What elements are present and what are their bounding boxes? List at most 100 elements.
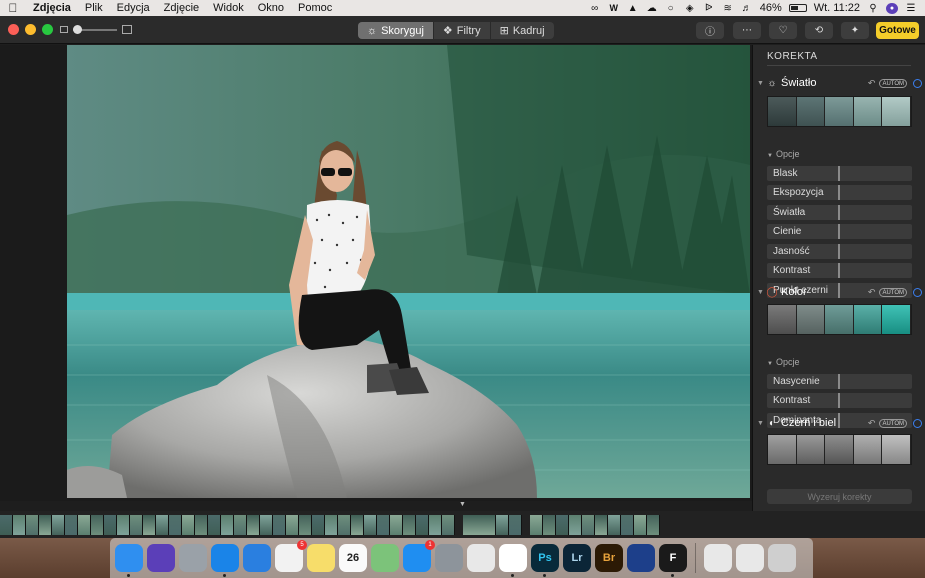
apple-menu-icon[interactable]:  [0, 1, 26, 15]
spark-icon[interactable] [243, 544, 271, 572]
edited-photo[interactable] [67, 45, 750, 498]
font-app-icon[interactable]: F [659, 544, 687, 577]
filmstrip-thumbnail[interactable] [195, 514, 208, 535]
disclosure-triangle-icon[interactable]: ▼ [757, 420, 765, 427]
slider-knob[interactable] [838, 185, 840, 200]
auto-color-button[interactable]: AUTOM [879, 287, 907, 297]
battery-icon[interactable] [788, 4, 807, 12]
disclosure-triangle-icon[interactable]: ▼ [757, 80, 765, 87]
filmstrip-thumbnail[interactable] [39, 514, 52, 535]
filmstrip-thumbnail[interactable] [221, 514, 234, 535]
reset-adjustments-button[interactable]: Wyzeruj korekty [767, 489, 912, 504]
zoom-knob[interactable] [73, 24, 82, 34]
filmstrip-thumbnail[interactable] [569, 514, 582, 535]
light-options-toggle[interactable]: ▼ Opcje [767, 149, 799, 159]
filmstrip-thumbnail[interactable] [390, 514, 403, 535]
menu-app[interactable]: Zdjęcia [26, 2, 78, 14]
more-button[interactable]: ⋯ [733, 22, 761, 39]
filmstrip-thumbnail[interactable] [463, 514, 496, 535]
cloud-icon[interactable]: ☁ [646, 3, 658, 14]
slider-knob[interactable] [838, 224, 840, 239]
folder-icon[interactable] [704, 544, 732, 572]
fullscreen-window-button[interactable] [42, 24, 53, 35]
upload-icon[interactable]: ▲ [627, 3, 639, 14]
slider-shadows[interactable]: Cienie [767, 224, 912, 239]
filmstrip-thumbnail[interactable] [351, 514, 364, 535]
filmstrip-thumbnail[interactable] [143, 514, 156, 535]
menu-edit[interactable]: Edycja [110, 2, 157, 14]
filmstrip-thumbnail[interactable] [595, 514, 608, 535]
affinity-icon[interactable] [627, 544, 655, 572]
launchpad-icon[interactable] [179, 544, 207, 572]
filmstrip-thumbnail[interactable] [621, 514, 634, 535]
dropbox-icon[interactable]: ◈ [684, 3, 696, 14]
color-preview-strip[interactable] [767, 304, 912, 335]
safari-icon[interactable] [211, 544, 239, 577]
undo-color-icon[interactable]: ↶ [868, 287, 876, 298]
tab-filters[interactable]: ❖ Filtry [434, 22, 491, 39]
spotlight-icon[interactable]: ⚲ [867, 3, 879, 14]
bird-app-icon[interactable] [467, 544, 495, 572]
filmstrip-thumbnail[interactable] [169, 514, 182, 535]
filmstrip-thumbnail[interactable] [543, 514, 556, 535]
slider-highlights[interactable]: Światła [767, 205, 912, 220]
undo-bw-icon[interactable]: ↶ [868, 418, 876, 429]
filmstrip-thumbnail[interactable] [556, 514, 569, 535]
wifi-icon[interactable]: ≋ [722, 3, 734, 14]
bridge-icon[interactable]: Br [595, 544, 623, 572]
filmstrip-thumbnail[interactable] [299, 514, 312, 535]
menu-image[interactable]: Zdjęcie [157, 2, 206, 14]
filmstrip-thumbnail[interactable] [260, 514, 273, 535]
calendar-icon[interactable]: 26 [339, 544, 367, 572]
menu-window[interactable]: Okno [251, 2, 291, 14]
filmstrip-thumbnail[interactable] [104, 514, 117, 535]
light-preview-strip[interactable] [767, 96, 912, 127]
filmstrip-thumbnail[interactable] [91, 514, 104, 535]
slider-knob[interactable] [838, 166, 840, 181]
circle-status-icon[interactable]: ○ [665, 3, 677, 14]
slider-brightness[interactable]: Jasność [767, 244, 912, 259]
filmstrip-thumbnail[interactable] [156, 514, 169, 535]
notification-center-icon[interactable]: ☰ [905, 3, 917, 14]
section-color-header[interactable]: ▼ ◯ Kolor ↶ AUTOM [757, 285, 922, 299]
menu-view[interactable]: Widok [206, 2, 251, 14]
volume-icon[interactable]: ♬ [741, 3, 753, 14]
trash-icon[interactable] [768, 544, 796, 572]
filmstrip-thumbnail[interactable] [509, 514, 522, 535]
section-light-header[interactable]: ▼ ☼ Światło ↶ AUTOM [757, 76, 922, 90]
siri-icon[interactable] [147, 544, 175, 572]
maps-icon[interactable] [371, 544, 399, 572]
bluetooth-icon[interactable]: ᐉ [703, 3, 715, 14]
slider-knob[interactable] [838, 244, 840, 259]
filmstrip-thumbnail[interactable] [416, 514, 429, 535]
toggle-color-button[interactable] [913, 287, 922, 297]
tab-crop[interactable]: ⊞ Kadruj [491, 22, 554, 39]
filmstrip-thumbnail[interactable] [247, 514, 260, 535]
filmstrip-caret-icon[interactable]: ▼ [459, 501, 466, 508]
lightroom-icon[interactable]: Lr [563, 544, 591, 572]
filmstrip-thumbnail[interactable] [130, 514, 143, 535]
filmstrip[interactable] [0, 511, 925, 538]
filmstrip-thumbnail[interactable] [403, 514, 416, 535]
menu-help[interactable]: Pomoc [291, 2, 339, 14]
filmstrip-thumbnail[interactable] [208, 514, 221, 535]
filmstrip-thumbnail[interactable] [608, 514, 621, 535]
reminders-icon[interactable]: 5 [275, 540, 307, 572]
filmstrip-thumbnail[interactable] [234, 514, 247, 535]
auto-light-button[interactable]: AUTOM [879, 78, 907, 88]
notes-icon[interactable] [307, 544, 335, 572]
slider-saturation[interactable]: Nasycenie [767, 374, 912, 389]
undo-light-icon[interactable]: ↶ [868, 78, 876, 89]
screens-icon[interactable] [736, 544, 764, 572]
toggle-bw-button[interactable] [913, 418, 922, 428]
filmstrip-thumbnail[interactable] [530, 514, 543, 535]
minimize-window-button[interactable] [25, 24, 36, 35]
filmstrip-thumbnail[interactable] [52, 514, 65, 535]
filmstrip-thumbnail[interactable] [377, 514, 390, 535]
slider-knob[interactable] [838, 205, 840, 220]
favorite-button[interactable]: ♡ [769, 22, 797, 39]
filmstrip-thumbnail[interactable] [338, 514, 351, 535]
slider-knob[interactable] [838, 374, 840, 389]
app-store-icon[interactable]: 1 [403, 540, 435, 572]
toggle-light-button[interactable] [913, 78, 922, 88]
